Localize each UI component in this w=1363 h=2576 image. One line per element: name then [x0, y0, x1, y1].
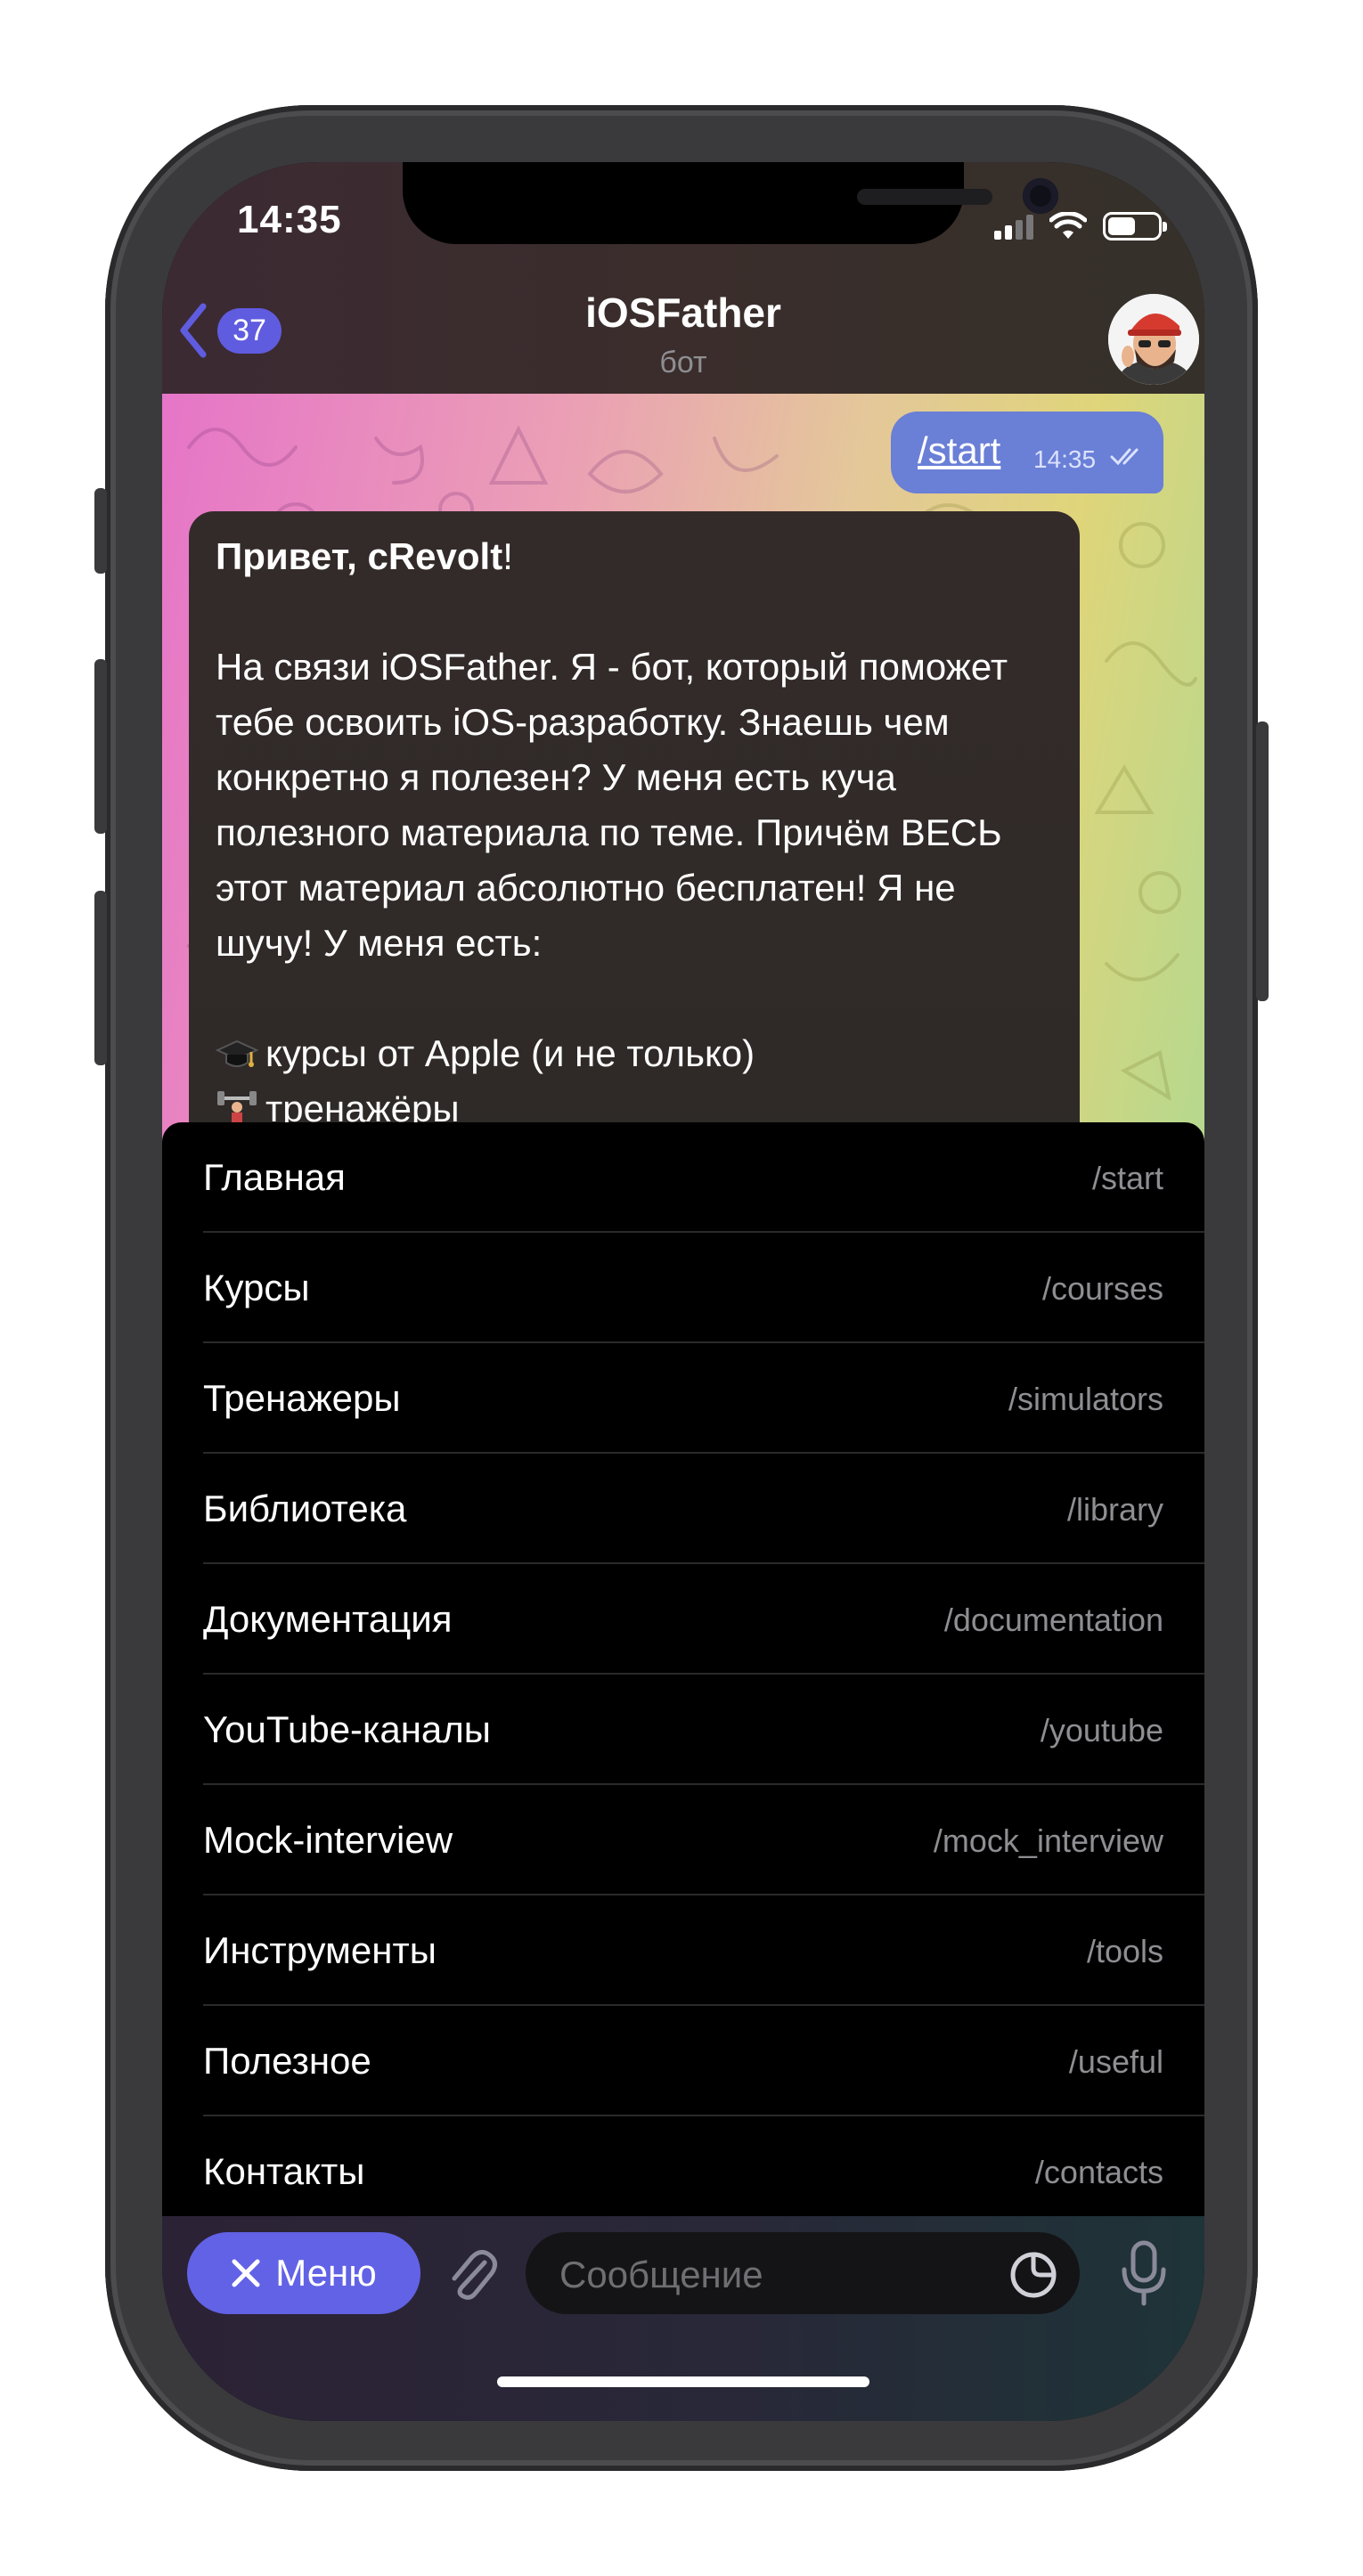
menu-item-simulators[interactable]: Тренажеры /simulators	[203, 1343, 1204, 1454]
menu-item-courses[interactable]: Курсы /courses	[203, 1233, 1204, 1343]
menu-item-command: /mock_interview	[933, 1822, 1163, 1859]
graduation-cap-icon	[215, 1031, 259, 1067]
volume-up-button	[94, 659, 107, 834]
home-indicator[interactable]	[497, 2376, 869, 2387]
outgoing-message-text[interactable]: /start	[918, 429, 1000, 472]
menu-item-label: Mock-interview	[203, 1819, 453, 1861]
battery-icon	[1103, 212, 1167, 240]
menu-item-command: /useful	[1068, 2043, 1163, 2080]
message-time: 14:35	[1033, 445, 1097, 473]
menu-item-documentation[interactable]: Документация /documentation	[203, 1564, 1204, 1675]
microphone-icon[interactable]	[1119, 2239, 1169, 2307]
menu-item-command: /start	[1091, 1160, 1163, 1196]
paperclip-icon[interactable]	[445, 2245, 499, 2302]
menu-item-label: Контакты	[203, 2150, 365, 2192]
menu-item-command: /tools	[1086, 1933, 1163, 1969]
menu-item-mock-interview[interactable]: Mock-interview /mock_interview	[203, 1785, 1204, 1895]
notch	[403, 162, 1058, 244]
status-icons	[994, 208, 1167, 244]
menu-item-command: /documentation	[943, 1602, 1163, 1638]
greeting-end: !	[502, 535, 513, 577]
signal-icon	[994, 213, 1033, 240]
menu-item-label: Инструменты	[203, 1929, 437, 1971]
menu-item-command: /youtube	[1040, 1712, 1163, 1749]
chat-header: 14:35 37 iOSFather бот	[162, 162, 1204, 394]
bot-command-menu: Главная /start Курсы /courses Тренажеры …	[162, 1122, 1204, 2234]
avatar-memoji-icon	[1108, 294, 1199, 385]
outgoing-message[interactable]: /start 14:35	[891, 412, 1163, 493]
menu-button-label: Меню	[275, 2252, 377, 2294]
menu-item-label: Тренажеры	[203, 1377, 401, 1419]
menu-item-label: Полезное	[203, 2040, 371, 2082]
menu-toggle-button[interactable]: Меню	[187, 2232, 420, 2314]
menu-item-tools[interactable]: Инструменты /tools	[203, 1895, 1204, 2006]
menu-item-label: Библиотека	[203, 1488, 407, 1529]
message-placeholder: Сообщение	[559, 2254, 763, 2295]
menu-item-library[interactable]: Библиотека /library	[203, 1454, 1204, 1564]
chat-background: /start 14:35 Привет, cRevolt! На связи i…	[162, 394, 1204, 1142]
input-bar: Меню Сообщение	[162, 2216, 1204, 2421]
message-input[interactable]: Сообщение	[526, 2232, 1080, 2314]
wifi-icon	[1049, 212, 1087, 239]
menu-item-label: Главная	[203, 1156, 346, 1198]
mute-switch	[94, 488, 107, 574]
menu-item-youtube[interactable]: YouTube-каналы /youtube	[203, 1675, 1204, 1785]
menu-item-start[interactable]: Главная /start	[203, 1122, 1204, 1233]
speaker	[857, 189, 992, 205]
avatar[interactable]	[1108, 294, 1199, 385]
menu-item-label: Курсы	[203, 1267, 310, 1308]
volume-down-button	[94, 891, 107, 1065]
screen: 14:35 37 iOSFather бот /start 14:35 Прив…	[162, 162, 1204, 2421]
menu-item-command: /library	[1066, 1491, 1163, 1528]
menu-item-command: /courses	[1041, 1270, 1163, 1307]
double-check-icon	[1110, 448, 1139, 466]
list-item-courses: курсы от Apple (и не только)	[265, 1032, 755, 1074]
message-body: На связи iOSFather. Я - бот, который пом…	[216, 646, 1018, 964]
weightlifter-icon	[216, 1087, 258, 1127]
menu-item-label: Документация	[203, 1598, 453, 1640]
greeting-text: Привет, cRevolt	[216, 535, 503, 577]
incoming-message[interactable]: Привет, cRevolt! На связи iOSFather. Я -…	[189, 511, 1080, 1142]
chat-title[interactable]: iOSFather	[162, 289, 1204, 337]
chat-subtitle: бот	[659, 346, 707, 379]
power-button	[1256, 721, 1269, 1001]
menu-item-label: YouTube-каналы	[203, 1708, 491, 1750]
menu-item-command: /simulators	[1008, 1381, 1163, 1417]
menu-item-useful[interactable]: Полезное /useful	[203, 2006, 1204, 2116]
sticker-icon[interactable]	[1008, 2250, 1058, 2300]
close-icon	[232, 2259, 260, 2287]
menu-item-contacts[interactable]: Контакты /contacts	[203, 2116, 1204, 2227]
menu-item-command: /contacts	[1034, 2154, 1163, 2190]
incoming-message-text: Привет, cRevolt! На связи iOSFather. Я -…	[215, 529, 1062, 1137]
status-time: 14:35	[237, 198, 342, 241]
